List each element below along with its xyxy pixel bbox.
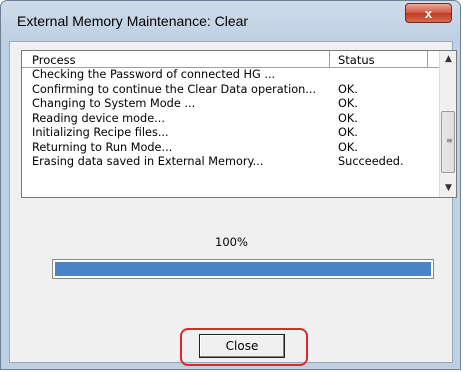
grip-icon: ≡	[446, 136, 453, 145]
column-divider[interactable]	[427, 51, 428, 67]
progress-fill	[55, 262, 431, 276]
column-header-process[interactable]: Process	[32, 53, 76, 67]
close-icon: x	[424, 6, 433, 21]
close-button[interactable]: Close	[199, 334, 285, 358]
title-bar[interactable]: External Memory Maintenance: Clear x	[1, 1, 460, 41]
status-text: OK.	[338, 126, 358, 139]
list-item[interactable]: Returning to Run Mode... OK.	[22, 141, 439, 156]
scroll-thumb[interactable]: ≡	[441, 111, 455, 173]
status-text: OK.	[338, 111, 358, 125]
process-text: Erasing data saved in External Memory...	[32, 155, 264, 168]
process-text: Checking the Password of connected HG ..…	[32, 68, 276, 81]
list-item[interactable]: Reading device mode... OK.	[22, 112, 439, 127]
status-text: OK.	[338, 82, 358, 96]
vertical-scrollbar[interactable]: ▲ ≡ ▼	[439, 51, 456, 197]
scroll-down-icon[interactable]: ▼	[440, 180, 456, 197]
column-divider[interactable]	[329, 51, 330, 67]
status-text: Succeeded.	[338, 155, 404, 168]
process-text: Confirming to continue the Clear Data op…	[32, 82, 317, 96]
list-item[interactable]: Changing to System Mode ... OK.	[22, 97, 439, 112]
process-text: Initializing Recipe files...	[32, 126, 169, 139]
list-item[interactable]: Confirming to continue the Clear Data op…	[22, 83, 439, 98]
list-item[interactable]: Checking the Password of connected HG ..…	[22, 68, 439, 83]
list-header: Process Status	[22, 51, 439, 68]
list-rows: Checking the Password of connected HG ..…	[22, 68, 439, 170]
process-text: Changing to System Mode ...	[32, 97, 196, 110]
status-text: OK.	[338, 140, 358, 154]
process-list[interactable]: Process Status Checking the Password of …	[21, 50, 457, 198]
list-item[interactable]: Initializing Recipe files... OK.	[22, 126, 439, 141]
progress-bar	[52, 259, 434, 279]
status-text: OK.	[338, 97, 358, 110]
progress-percent-label: 100%	[215, 235, 248, 249]
process-text: Returning to Run Mode...	[32, 140, 173, 154]
scroll-up-icon[interactable]: ▲	[440, 51, 456, 68]
process-text: Reading device mode...	[32, 111, 165, 125]
close-window-button[interactable]: x	[405, 3, 452, 23]
column-header-status[interactable]: Status	[338, 53, 375, 67]
window-title: External Memory Maintenance: Clear	[17, 13, 249, 29]
list-item[interactable]: Erasing data saved in External Memory...…	[22, 155, 439, 170]
